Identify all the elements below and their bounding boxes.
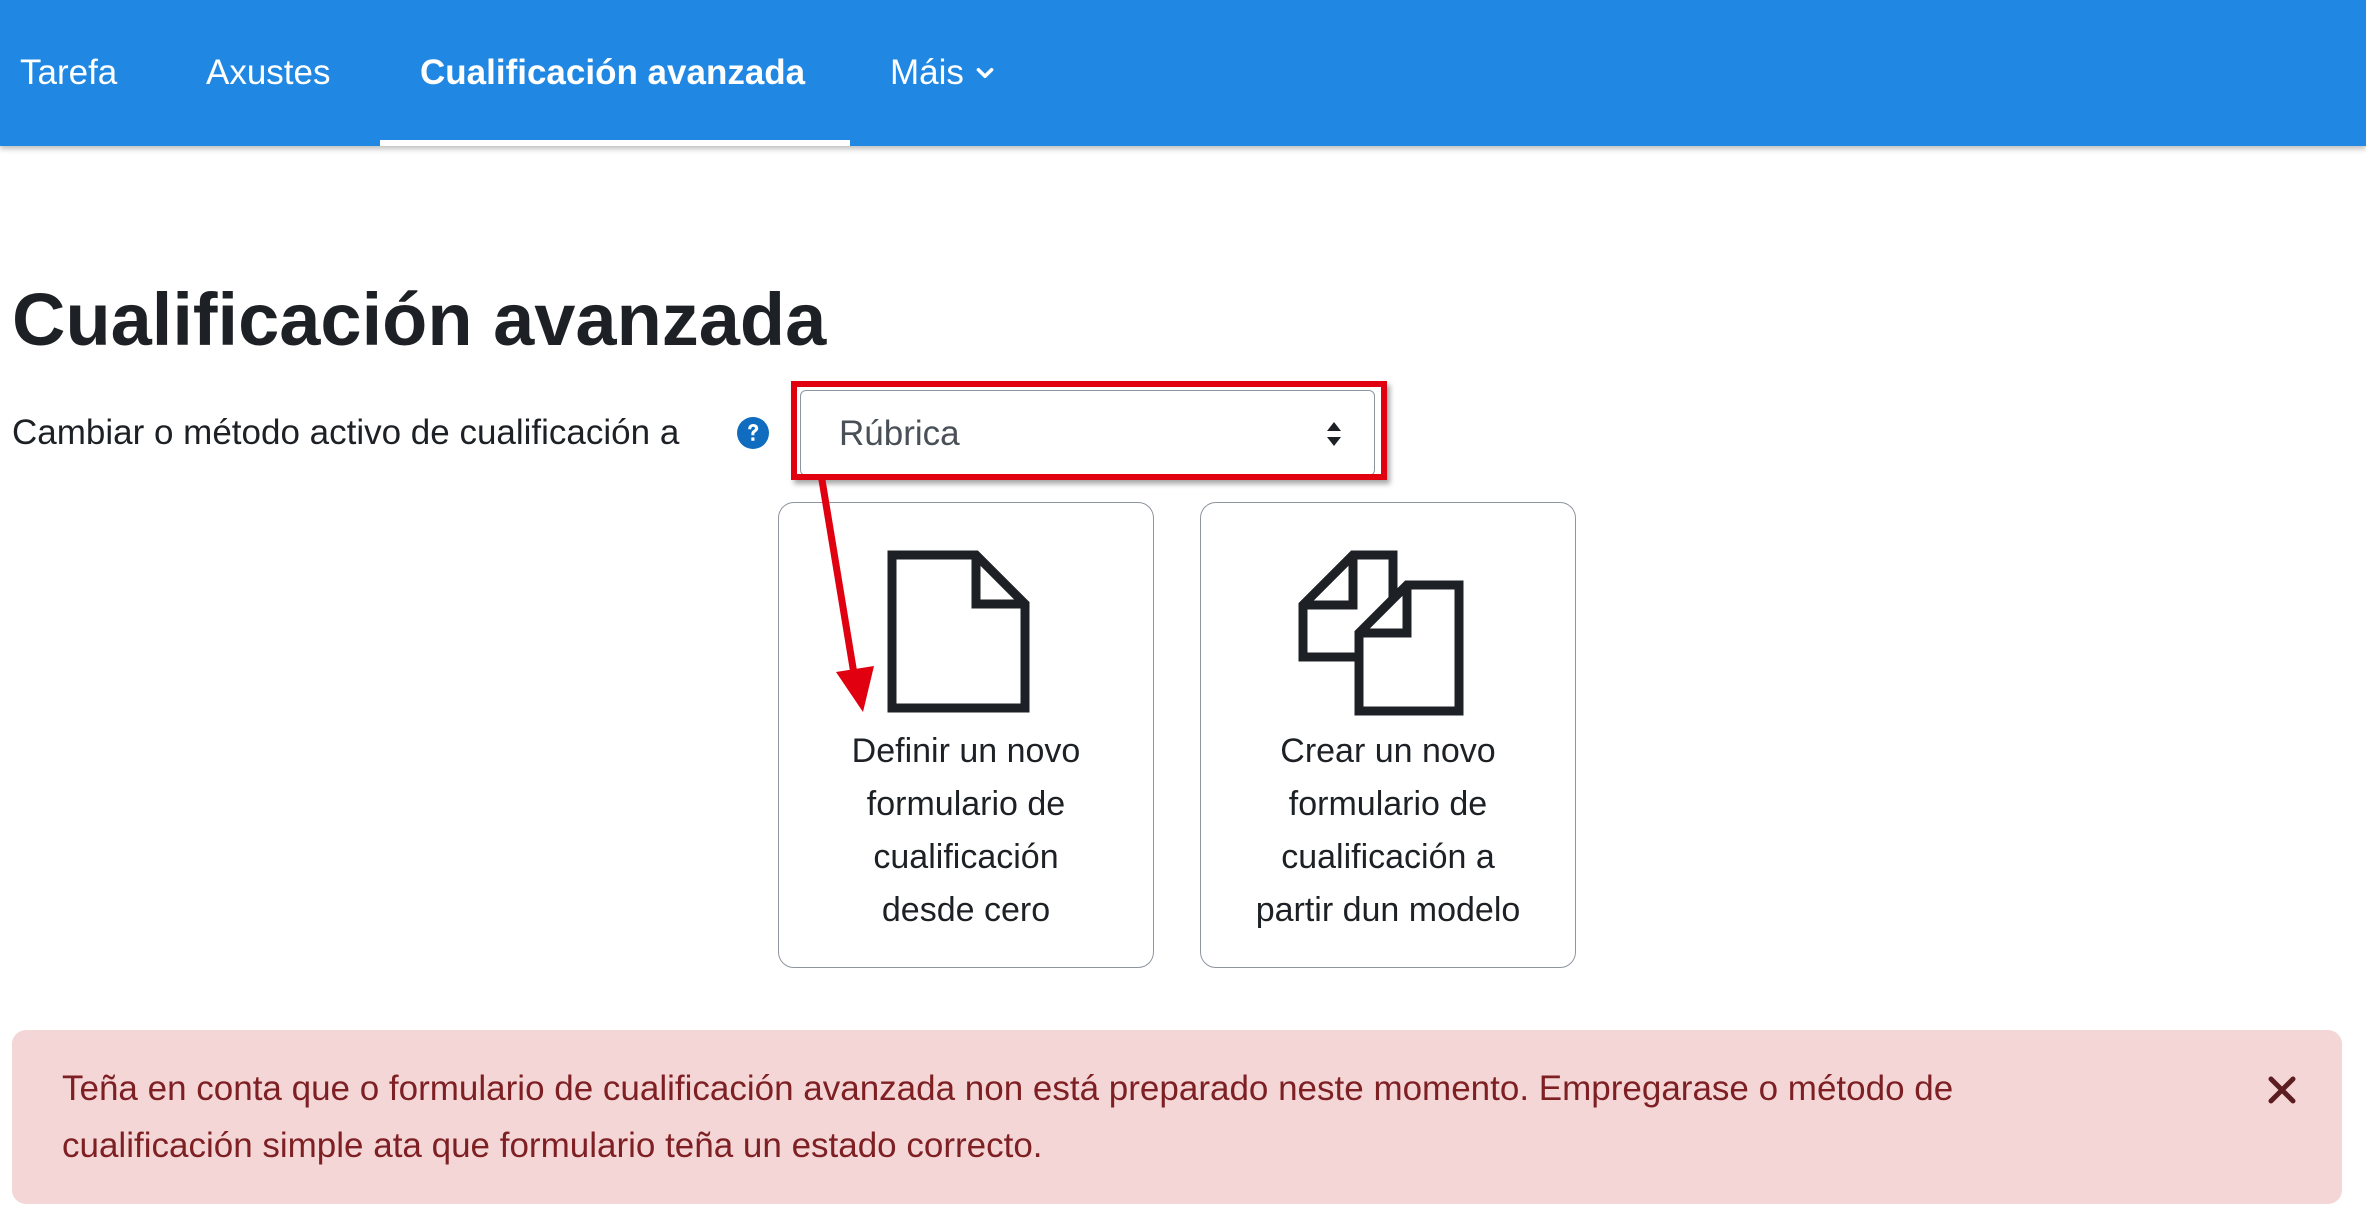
- card-text-line: formulario de: [866, 785, 1066, 823]
- select-arrows-icon: [1327, 422, 1341, 446]
- tab-cualificacion-avanzada-label: Cualificación avanzada: [420, 53, 806, 92]
- grading-method-selected-value: Rúbrica: [839, 414, 960, 453]
- question-circle-icon[interactable]: [736, 416, 770, 450]
- alert-message-line: Teña en conta que o formulario de cualif…: [62, 1069, 1954, 1108]
- card-text-line: desde cero: [881, 891, 1051, 929]
- alert-message-line: cualificación simple ata que formulario …: [62, 1126, 1043, 1165]
- secondary-navigation: Tarefa Axustes Cualificación avanzada Má…: [0, 0, 2366, 146]
- method-select-label: Cambiar o método activo de cualificación…: [12, 413, 680, 452]
- define-new-form-text: Definir un novo formulario de cualificac…: [779, 725, 1153, 937]
- chevron-down-icon: [976, 67, 994, 79]
- create-from-template-text: Crear un novo formulario de cualificació…: [1201, 725, 1575, 937]
- tab-mais-label: Máis: [890, 53, 964, 92]
- alert-message: Teña en conta que o formulario de cualif…: [62, 1060, 2162, 1174]
- tab-tarefa-label: Tarefa: [20, 53, 118, 92]
- tab-mais[interactable]: Máis: [890, 0, 996, 146]
- card-text-line: Crear un novo: [1280, 732, 1496, 770]
- create-from-template-card[interactable]: Crear un novo formulario de cualificació…: [1200, 502, 1576, 968]
- card-text-line: cualificación a: [1281, 838, 1495, 876]
- page: Tarefa Axustes Cualificación avanzada Má…: [0, 0, 2366, 1220]
- close-icon[interactable]: [2262, 1070, 2302, 1110]
- tab-cualificacion-avanzada[interactable]: Cualificación avanzada: [420, 0, 805, 146]
- card-text-line: formulario de: [1288, 785, 1488, 823]
- tab-axustes[interactable]: Axustes: [206, 0, 331, 146]
- card-text-line: Definir un novo: [851, 732, 1081, 770]
- grading-form-warning-alert: Teña en conta que o formulario de cualif…: [12, 1030, 2342, 1204]
- card-text-line: partir dun modelo: [1255, 891, 1521, 929]
- grading-method-select[interactable]: Rúbrica: [800, 390, 1375, 476]
- active-tab-indicator: [380, 140, 850, 146]
- define-new-form-card[interactable]: Definir un novo formulario de cualificac…: [778, 502, 1154, 968]
- copy-icon: [1298, 550, 1464, 716]
- file-icon: [887, 550, 1030, 713]
- page-title: Cualificación avanzada: [12, 278, 827, 361]
- tab-axustes-label: Axustes: [206, 53, 331, 92]
- card-text-line: cualificación: [873, 838, 1059, 876]
- tab-tarefa[interactable]: Tarefa: [20, 0, 117, 146]
